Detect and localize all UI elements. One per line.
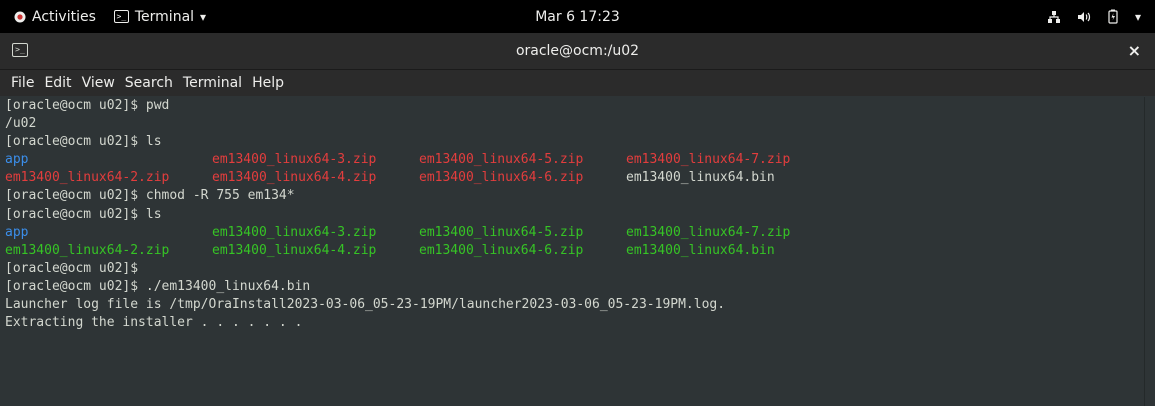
menu-bar: File Edit View Search Terminal Help xyxy=(0,70,1155,96)
terminal-text: em13400_linux64.bin xyxy=(626,242,775,258)
terminal-text: em13400_linux64-4.zip xyxy=(212,242,377,258)
terminal-text: em13400_linux64-7.zip xyxy=(626,224,791,240)
terminal-window: >_ oracle@ocm:/u02 × File Edit View Sear… xyxy=(0,33,1155,406)
terminal-text: em13400_linux64-5.zip xyxy=(419,152,584,168)
terminal-text: em13400_linux64-7.zip xyxy=(626,152,791,168)
menu-help[interactable]: Help xyxy=(252,75,284,91)
system-tray[interactable]: ▾ xyxy=(1047,0,1141,33)
top-bar-left: Activities >_ Terminal ▾ xyxy=(14,0,206,33)
terminal-line: [oracle@ocm u02]$ ./em13400_linux64.bin xyxy=(5,278,1145,296)
terminal-text: app xyxy=(5,152,29,168)
terminal-line: em13400_linux64-2.zip em13400_linux64-4.z… xyxy=(5,242,1145,260)
terminal-text: app xyxy=(5,224,29,240)
terminal-text: em13400_linux64-3.zip xyxy=(212,152,377,168)
terminal-output[interactable]: [oracle@ocm u02]$ pwd/u02 [oracle@ocm u02… xyxy=(0,97,1145,406)
terminal-line: app em13400_linux64-3.zip em13400_linux64-… xyxy=(5,224,1145,242)
terminal-text: em13400_linux64-2.zip xyxy=(5,242,170,258)
terminal-line: [oracle@ocm u02]$ pwd xyxy=(5,97,1145,115)
terminal-line: [oracle@ocm u02]$ ls xyxy=(5,206,1145,224)
terminal-text: Launcher log file is /tmp/OraInstall2023… xyxy=(5,297,726,313)
menu-search[interactable]: Search xyxy=(125,75,173,91)
terminal-text: em13400_linux64-6.zip xyxy=(419,170,584,186)
terminal-text: em13400_linux64-4.zip xyxy=(212,170,377,186)
terminal-text: em13400_linux64-2.zip xyxy=(5,170,170,186)
chevron-down-icon: ▾ xyxy=(200,9,207,24)
terminal-text: em13400_linux64-6.zip xyxy=(419,242,584,258)
terminal-text: [oracle@ocm u02]$ ls xyxy=(5,206,162,222)
battery-icon xyxy=(1108,9,1118,24)
terminal-line: app em13400_linux64-3.zip em13400_linux64-… xyxy=(5,151,1145,169)
menu-edit[interactable]: Edit xyxy=(44,75,71,91)
menu-terminal[interactable]: Terminal xyxy=(183,75,242,91)
volume-icon xyxy=(1077,11,1091,22)
app-menu-button[interactable]: >_ Terminal ▾ xyxy=(113,8,207,25)
terminal-text: [oracle@ocm u02]$ pwd xyxy=(5,98,170,113)
terminal-text: [oracle@ocm u02]$ chmod -R 755 em134* xyxy=(5,188,295,204)
terminal-text: [oracle@ocm u02]$ xyxy=(5,260,139,276)
terminal-line: Extracting the installer . . . . . . . xyxy=(5,314,1145,332)
terminal-text: /u02 xyxy=(5,116,37,132)
chevron-down-icon: ▾ xyxy=(1134,9,1141,24)
terminal-text: [oracle@ocm u02]$ ls xyxy=(5,134,162,150)
terminal-text: em13400_linux64-3.zip xyxy=(212,224,377,240)
scrollbar[interactable] xyxy=(1144,97,1155,406)
terminal-text: em13400_linux64-5.zip xyxy=(419,224,584,240)
terminal-line: [oracle@ocm u02]$ chmod -R 755 em134* xyxy=(5,187,1145,205)
terminal-line: Launcher log file is /tmp/OraInstall2023… xyxy=(5,296,1145,314)
terminal-text: Extracting the installer . . . . . . . xyxy=(5,315,303,331)
terminal-text: [oracle@ocm u02]$ ./em13400_linux64.bin xyxy=(5,278,311,294)
terminal-app-icon: >_ xyxy=(113,10,129,23)
close-button[interactable]: × xyxy=(1128,33,1141,69)
top-bar: Activities >_ Terminal ▾ Mar 6 17:23 ▾ xyxy=(0,0,1155,33)
terminal-line: [oracle@ocm u02]$ xyxy=(5,260,1145,278)
network-wired-icon xyxy=(1047,10,1060,23)
terminal-text: em13400_linux64.bin xyxy=(626,170,775,186)
terminal-line: [oracle@ocm u02]$ ls xyxy=(5,133,1145,151)
terminal-line: em13400_linux64-2.zip em13400_linux64-4.z… xyxy=(5,169,1145,187)
window-title: oracle@ocm:/u02 xyxy=(515,43,640,59)
title-bar[interactable]: >_ oracle@ocm:/u02 × xyxy=(0,33,1155,70)
terminal-line: /u02 xyxy=(5,115,1145,133)
fedora-icon xyxy=(14,11,26,22)
activities-label: Activities xyxy=(32,8,96,25)
app-menu-label: Terminal xyxy=(134,8,195,25)
menu-view[interactable]: View xyxy=(82,75,115,91)
clock[interactable]: Mar 6 17:23 xyxy=(535,9,620,25)
menu-file[interactable]: File xyxy=(11,75,34,91)
activities-button[interactable]: Activities xyxy=(14,9,96,25)
